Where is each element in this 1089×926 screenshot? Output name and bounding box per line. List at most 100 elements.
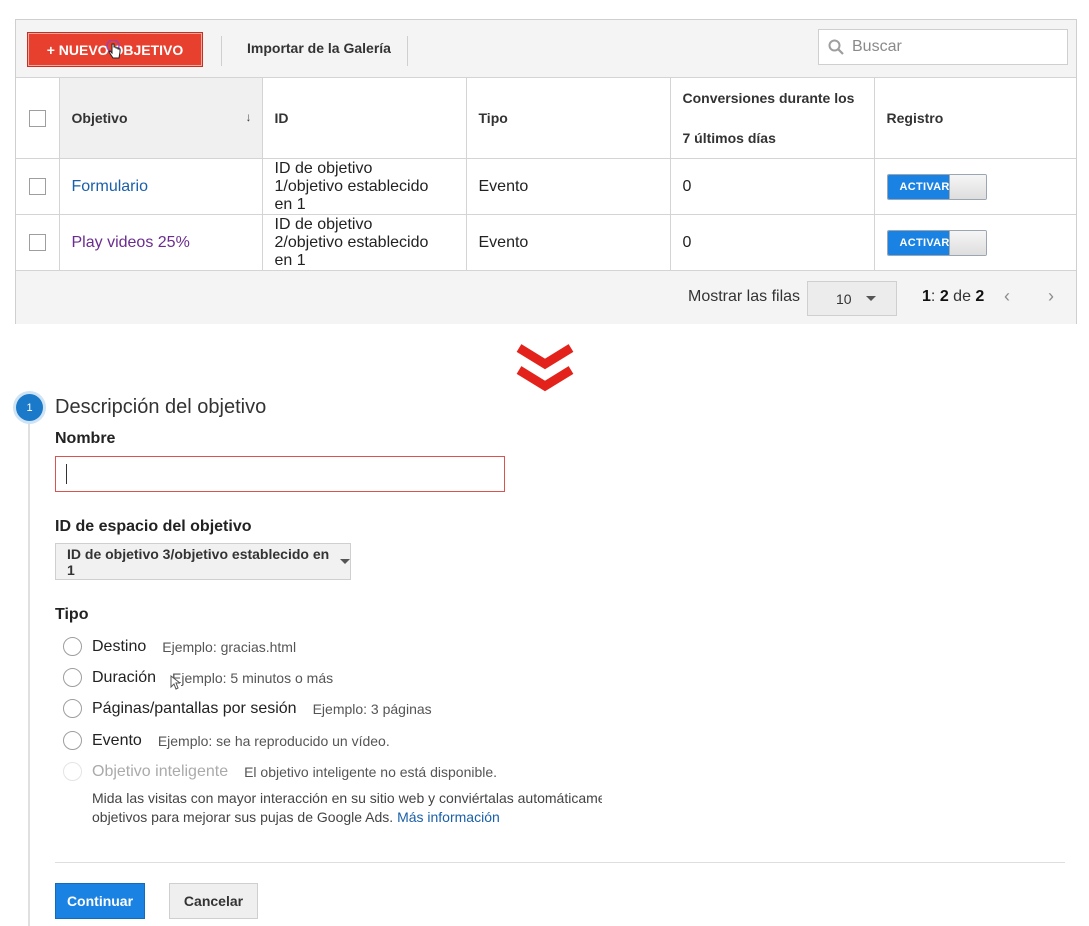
goal-id-text: en 1 xyxy=(274,251,306,269)
column-header-goal[interactable]: Objetivo ↓ xyxy=(58,77,263,159)
import-from-gallery-button[interactable]: Importar de la Galería xyxy=(247,40,391,56)
goal-slot-label: ID de espacio del objetivo xyxy=(55,518,252,535)
row-checkbox[interactable] xyxy=(28,233,46,251)
continue-button[interactable]: Continuar xyxy=(55,883,145,919)
column-header-label: Objetivo xyxy=(71,110,128,126)
type-label: Tipo xyxy=(55,606,89,623)
toggle-knob xyxy=(948,230,986,255)
column-header-type[interactable]: Tipo xyxy=(465,77,671,159)
type-option-smart-goal: Objetivo inteligente El objetivo intelig… xyxy=(63,762,497,781)
goal-id-text: ID de objetivo xyxy=(274,159,373,177)
type-option-destination[interactable]: Destino Ejemplo: gracias.html xyxy=(63,637,296,656)
arrow-cursor-icon xyxy=(170,675,180,690)
hand-cursor-icon xyxy=(106,40,121,59)
column-header-label: Tipo xyxy=(478,110,508,126)
smart-goal-description: Mida las visitas con mayor interacción e… xyxy=(92,789,602,827)
goal-name-input[interactable] xyxy=(55,456,505,492)
smart-goal-description-text: objetivos para mejorar sus pujas de Goog… xyxy=(92,809,394,825)
rows-per-page-value: 10 xyxy=(836,290,852,307)
radio-button[interactable] xyxy=(63,699,82,718)
row-select-cell xyxy=(16,214,60,271)
caret-down-icon xyxy=(865,296,876,301)
goal-conversions: 0 xyxy=(682,177,692,195)
goal-id-cell: ID de objetivo 2/objetivo establecido en… xyxy=(261,214,467,271)
radio-button xyxy=(63,762,82,781)
row-select-cell xyxy=(16,158,60,215)
type-option-label: Objetivo inteligente xyxy=(92,762,229,780)
goal-id-text: 1/objetivo establecido xyxy=(274,177,429,195)
page-total: 2 xyxy=(975,288,985,305)
column-header-recording[interactable]: Registro xyxy=(873,77,1076,159)
search-box[interactable] xyxy=(818,29,1068,65)
table-row: Play videos 25% ID de objetivo 2/objetiv… xyxy=(16,214,1076,271)
goal-name-link[interactable]: Play videos 25% xyxy=(72,234,190,251)
row-checkbox[interactable] xyxy=(28,177,46,195)
type-option-hint: Ejemplo: se ha reproducido un vídeo. xyxy=(157,732,390,749)
goal-id-text: 2/objetivo establecido xyxy=(274,233,429,251)
column-header-id[interactable]: ID xyxy=(261,77,467,159)
type-option-label: Duración xyxy=(92,668,157,686)
column-header-label: Conversiones durante los xyxy=(682,90,855,106)
toolbar-divider xyxy=(407,36,408,66)
type-option-hint: Ejemplo: 3 páginas xyxy=(312,700,432,717)
type-option-label: Evento xyxy=(92,731,142,749)
table-row: Formulario ID de objetivo 1/objetivo est… xyxy=(16,158,1076,215)
next-page-button[interactable]: › xyxy=(1048,286,1054,307)
goal-type: Evento xyxy=(478,177,529,195)
goals-table: Objetivo ↓ ID Tipo Conversiones durante … xyxy=(16,77,1076,271)
column-header-label: Registro xyxy=(886,110,944,126)
goals-panel: + NUEVO OBJETIVO Importar de la Galería … xyxy=(15,19,1077,324)
rows-per-page-select[interactable]: 10 xyxy=(807,281,897,316)
goal-name-link[interactable]: Formulario xyxy=(72,178,148,195)
name-label: Nombre xyxy=(55,430,116,447)
column-header-label: 7 últimos días xyxy=(682,130,776,146)
goal-slot-value: ID de objetivo 3/objetivo establecido en… xyxy=(67,545,330,578)
goal-type: Evento xyxy=(478,233,529,251)
type-option-pages-per-session[interactable]: Páginas/pantallas por sesión Ejemplo: 3 … xyxy=(63,699,432,718)
pagination-info: 1: 2 de 2 xyxy=(922,288,984,306)
toggle-label: ACTIVAR xyxy=(887,230,949,255)
double-chevron-down-icon xyxy=(516,344,574,392)
toolbar-divider xyxy=(221,36,222,66)
column-header-label: ID xyxy=(274,110,289,126)
text-cursor xyxy=(66,464,67,484)
recording-toggle[interactable]: ACTIVAR xyxy=(886,229,987,256)
form-divider xyxy=(55,862,1065,863)
step-number-badge: 1 xyxy=(16,394,43,421)
radio-button[interactable] xyxy=(63,731,82,750)
rows-per-page-label: Mostrar las filas xyxy=(688,288,801,305)
table-header-row: Objetivo ↓ ID Tipo Conversiones durante … xyxy=(16,77,1076,159)
type-option-event[interactable]: Evento Ejemplo: se ha reproducido un víd… xyxy=(63,731,390,750)
sort-down-icon[interactable]: ↓ xyxy=(246,110,252,124)
goal-id-text: en 1 xyxy=(274,195,306,213)
page-of: de xyxy=(953,288,971,305)
cancel-button[interactable]: Cancelar xyxy=(169,883,258,919)
step-connector-line xyxy=(28,420,30,926)
radio-button[interactable] xyxy=(63,637,82,656)
smart-goal-description-text: Mida las visitas con mayor interacción e… xyxy=(92,790,602,806)
toggle-knob xyxy=(948,174,986,199)
goal-id-text: ID de objetivo xyxy=(274,215,373,233)
goal-slot-select[interactable]: ID de objetivo 3/objetivo establecido en… xyxy=(55,543,351,580)
more-info-link[interactable]: Más información xyxy=(397,809,500,825)
table-footer: Mostrar las filas 10 1: 2 de 2 ‹ › xyxy=(16,270,1076,324)
type-option-hint: Ejemplo: gracias.html xyxy=(162,638,297,655)
recording-toggle[interactable]: ACTIVAR xyxy=(886,173,987,200)
radio-button[interactable] xyxy=(63,668,82,687)
page-start: 1 xyxy=(922,288,931,305)
goal-id-cell: ID de objetivo 1/objetivo establecido en… xyxy=(261,158,467,215)
goal-conversions: 0 xyxy=(682,233,692,251)
section-title: Descripción del objetivo xyxy=(55,396,267,418)
prev-page-button[interactable]: ‹ xyxy=(1004,286,1010,307)
search-input[interactable] xyxy=(850,37,1050,57)
toggle-label: ACTIVAR xyxy=(887,174,949,199)
type-option-hint: El objetivo inteligente no está disponib… xyxy=(244,763,498,780)
type-option-label: Destino xyxy=(92,637,147,655)
search-icon xyxy=(828,39,844,55)
type-option-duration[interactable]: Duración Ejemplo: 5 minutos o más xyxy=(63,668,333,687)
column-header-conversions[interactable]: Conversiones durante los 7 últimos días xyxy=(669,77,875,159)
select-all-checkbox[interactable] xyxy=(28,109,46,127)
select-all-cell xyxy=(16,77,60,159)
page-end: 2 xyxy=(939,288,949,305)
goals-toolbar: + NUEVO OBJETIVO Importar de la Galería xyxy=(16,20,1076,77)
